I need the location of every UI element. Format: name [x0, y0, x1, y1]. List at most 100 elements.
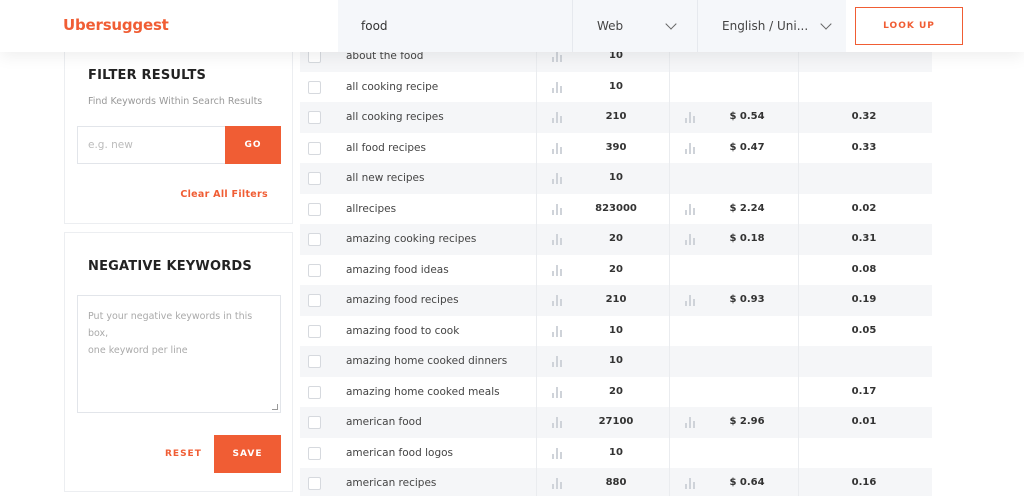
cpc-trend-icon[interactable] [685, 477, 697, 489]
cpc-trend-icon[interactable] [685, 142, 697, 154]
column-divider [669, 193, 670, 224]
volume-trend-icon[interactable] [552, 355, 564, 367]
competition-cell: 0.33 [851, 141, 877, 153]
table-row: all cooking recipe 10 [300, 71, 932, 102]
volume-trend-icon[interactable] [552, 264, 564, 276]
search-volume-cell: 10 [609, 355, 623, 366]
keyword-cell[interactable]: amazing cooking recipes [346, 233, 476, 245]
column-divider [798, 193, 799, 224]
cpc-trend-icon[interactable] [685, 233, 697, 245]
column-divider [669, 254, 670, 285]
source-select[interactable]: Web [572, 0, 697, 52]
row-checkbox[interactable] [308, 324, 321, 338]
search-volume-cell: 10 [609, 446, 623, 458]
table-row: amazing food ideas 20 0.08 [300, 254, 932, 285]
keyword-cell[interactable]: all cooking recipe [346, 81, 438, 93]
row-checkbox[interactable] [308, 385, 321, 399]
volume-trend-icon[interactable] [552, 294, 564, 306]
chevron-down-icon [820, 18, 832, 30]
keyword-cell[interactable]: amazing food ideas [346, 264, 449, 276]
keyword-cell[interactable]: american food logos [346, 447, 453, 459]
keyword-cell[interactable]: amazing food to cook [346, 325, 459, 337]
table-row: amazing food recipes 210 $ 0.93 0.19 [300, 285, 932, 316]
search-volume-cell: 880 [605, 477, 627, 488]
volume-trend-icon[interactable] [552, 203, 564, 215]
competition-cell: 0.05 [851, 324, 877, 336]
keyword-cell[interactable]: all food recipes [346, 142, 426, 154]
cpc-trend-icon[interactable] [685, 294, 697, 306]
keyword-cell[interactable]: amazing home cooked dinners [346, 355, 507, 367]
volume-trend-icon[interactable] [552, 325, 564, 337]
row-checkbox[interactable] [308, 294, 321, 307]
row-checkbox[interactable] [308, 477, 321, 490]
volume-trend-icon[interactable] [552, 81, 564, 93]
language-select-value: English / Uni... [722, 19, 809, 33]
column-divider [798, 437, 799, 468]
column-divider [798, 102, 799, 133]
table-row: amazing home cooked meals 20 0.17 [300, 376, 932, 407]
keyword-cell[interactable]: american food [346, 416, 422, 428]
cpc-trend-icon[interactable] [685, 203, 697, 215]
volume-trend-icon[interactable] [552, 233, 564, 245]
reset-button[interactable]: RESET [165, 449, 202, 459]
row-checkbox[interactable] [308, 233, 321, 246]
volume-trend-icon[interactable] [552, 386, 564, 398]
competition-cell: 0.19 [851, 294, 877, 305]
column-divider [669, 102, 670, 133]
row-checkbox[interactable] [308, 446, 321, 460]
row-checkbox[interactable] [308, 416, 321, 429]
volume-trend-icon[interactable] [552, 416, 564, 428]
cpc-cell: $ 0.93 [729, 294, 765, 305]
clear-all-filters-link[interactable]: Clear All Filters [180, 189, 268, 200]
cpc-trend-icon[interactable] [685, 111, 697, 123]
keyword-cell[interactable]: amazing food recipes [346, 294, 459, 306]
column-divider [536, 437, 537, 468]
volume-trend-icon[interactable] [552, 447, 564, 459]
column-divider [669, 468, 670, 496]
column-divider [536, 376, 537, 407]
column-divider [798, 346, 799, 377]
keyword-cell[interactable]: allrecipes [346, 203, 396, 215]
column-divider [669, 407, 670, 438]
column-divider [536, 163, 537, 194]
source-select-value: Web [597, 19, 624, 33]
volume-trend-icon[interactable] [552, 142, 564, 154]
keyword-cell[interactable]: american recipes [346, 477, 436, 489]
row-checkbox[interactable] [308, 111, 321, 124]
keyword-cell[interactable]: all new recipes [346, 172, 424, 184]
keyword-cell[interactable]: amazing home cooked meals [346, 386, 500, 398]
row-checkbox[interactable] [308, 141, 321, 155]
filter-go-button[interactable]: GO [225, 126, 281, 164]
column-divider [798, 468, 799, 496]
column-divider [536, 315, 537, 346]
look-up-button[interactable]: LOOK UP [855, 7, 963, 45]
filter-keyword-input[interactable]: e.g. new [77, 126, 225, 164]
chevron-down-icon [665, 18, 677, 30]
search-volume-cell: 10 [609, 172, 623, 183]
row-checkbox[interactable] [308, 355, 321, 368]
search-volume-cell: 10 [609, 80, 623, 92]
row-checkbox[interactable] [308, 263, 321, 277]
volume-trend-icon[interactable] [552, 111, 564, 123]
row-checkbox[interactable] [308, 202, 321, 216]
column-divider [669, 315, 670, 346]
column-divider [536, 468, 537, 496]
table-row: amazing home cooked dinners 10 [300, 346, 932, 377]
table-row: amazing food to cook 10 0.05 [300, 315, 932, 346]
cpc-trend-icon[interactable] [685, 416, 697, 428]
negative-keywords-textarea[interactable]: Put your negative keywords in this box, … [77, 295, 281, 413]
search-volume-cell: 823000 [595, 202, 637, 214]
ubersuggest-logo[interactable]: Ubersuggest [63, 16, 169, 34]
language-select[interactable]: English / Uni... [697, 0, 846, 52]
keyword-search-input[interactable] [338, 0, 572, 52]
save-button[interactable]: SAVE [214, 435, 281, 473]
resize-grip-icon[interactable] [272, 404, 278, 410]
keyword-cell[interactable]: all cooking recipes [346, 111, 444, 123]
row-checkbox[interactable] [308, 80, 321, 94]
table-row: all cooking recipes 210 $ 0.54 0.32 [300, 102, 932, 133]
volume-trend-icon[interactable] [552, 477, 564, 489]
column-divider [669, 346, 670, 377]
column-divider [669, 71, 670, 102]
volume-trend-icon[interactable] [552, 172, 564, 184]
row-checkbox[interactable] [308, 172, 321, 185]
